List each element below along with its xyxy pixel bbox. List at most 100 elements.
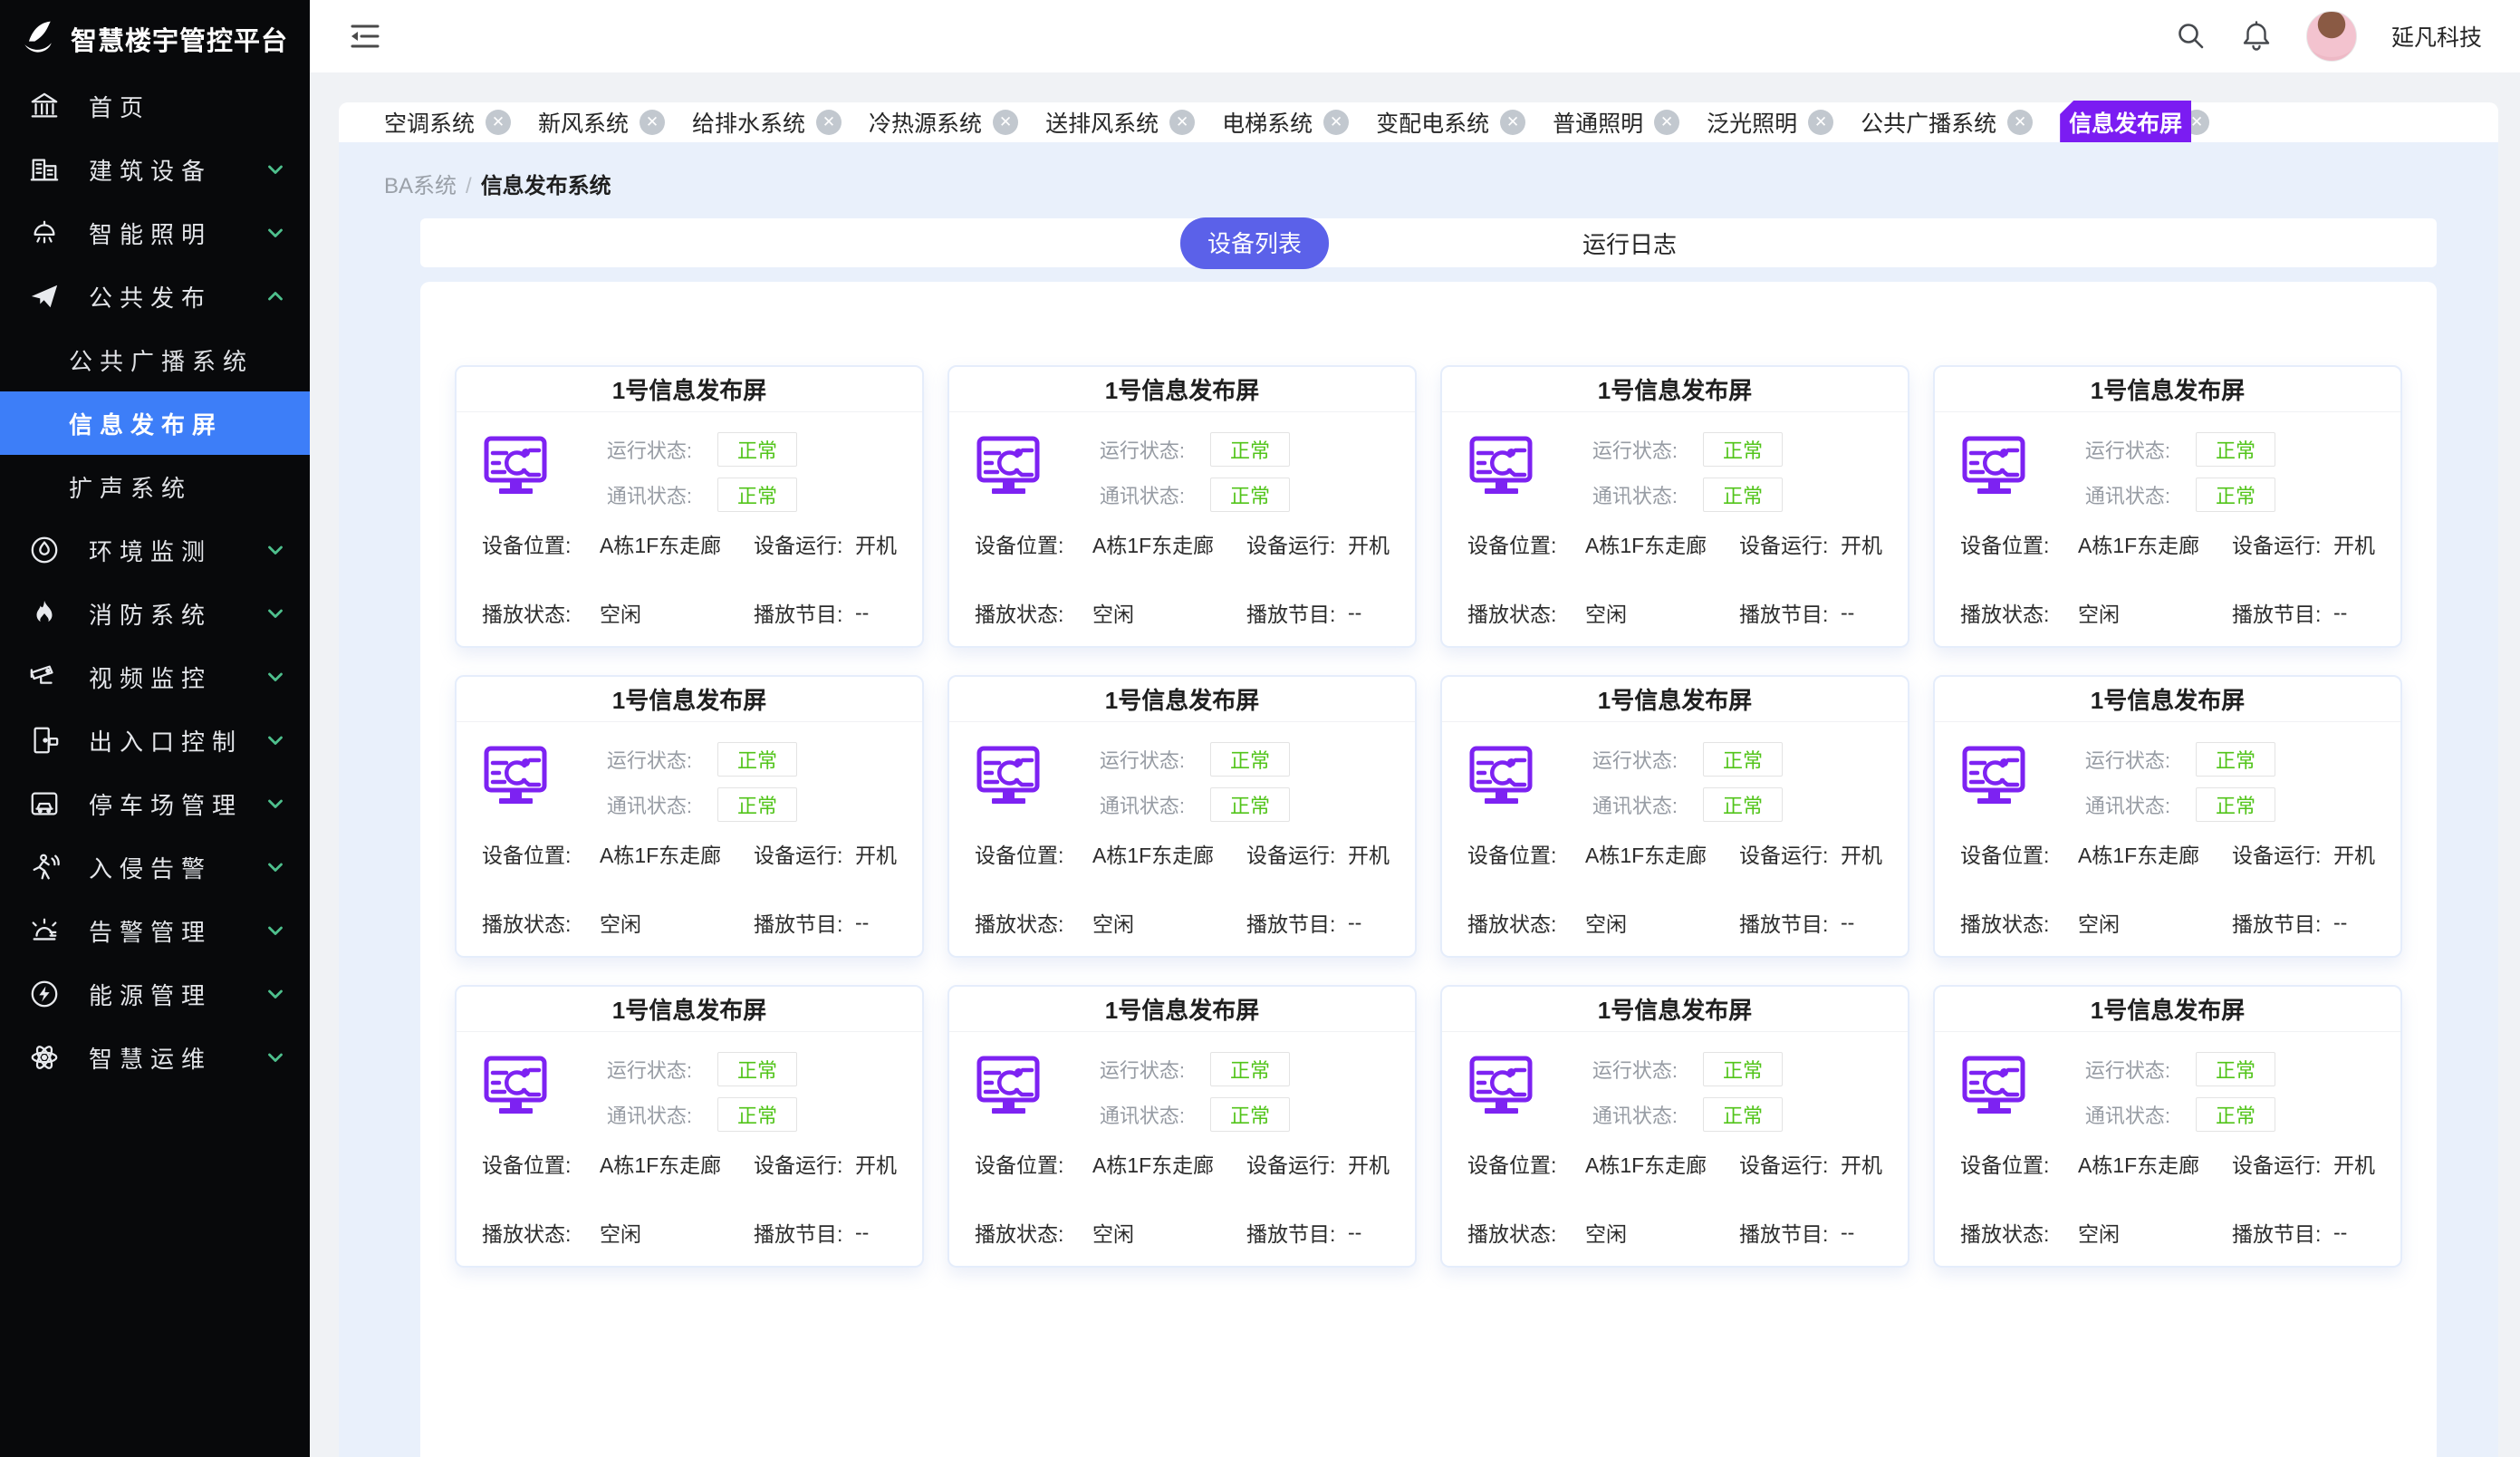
tab-device-list[interactable]: 设备列表 xyxy=(1180,217,1329,269)
system-tab-空调系统[interactable]: 空调系统 ✕ xyxy=(384,101,511,143)
system-tab-label: 给排水系统 xyxy=(692,101,805,143)
run-status-label: 运行状态: xyxy=(591,435,692,464)
close-icon[interactable]: ✕ xyxy=(1654,110,1679,135)
device-card[interactable]: 1号信息发布屏运行状态:正常通讯状态:正常设备位置:A栋1F东走廊设备运行:开机… xyxy=(947,675,1417,958)
breadcrumb-parent[interactable]: BA系统 xyxy=(384,174,457,198)
comm-status-label: 通讯状态: xyxy=(2069,480,2170,509)
device-card-grid: 1号信息发布屏运行状态:正常通讯状态:正常设备位置:A栋1F东走廊设备运行:开机… xyxy=(455,365,2402,1268)
sidebar-item-消防系统[interactable]: 消防系统 xyxy=(0,582,310,645)
system-tab-label: 冷热源系统 xyxy=(869,101,982,143)
comm-status-badge: 正常 xyxy=(717,787,797,822)
sidebar-item-停车场管理[interactable]: 停车场管理 xyxy=(0,772,310,835)
device-card[interactable]: 1号信息发布屏运行状态:正常通讯状态:正常设备位置:A栋1F东走廊设备运行:开机… xyxy=(1933,985,2402,1268)
location-value: A栋1F东走廊 xyxy=(600,838,754,869)
device-card-title: 1号信息发布屏 xyxy=(457,987,922,1032)
system-tab-变配电系统[interactable]: 变配电系统✕ xyxy=(1376,101,1525,143)
location-label: 设备位置: xyxy=(482,528,600,559)
user-name[interactable]: 延凡科技 xyxy=(2391,20,2482,53)
bell-icon[interactable] xyxy=(2241,20,2272,53)
sidebar-item-公共发布[interactable]: 公共发布 xyxy=(0,265,310,328)
tab-run-log[interactable]: 运行日志 xyxy=(1582,227,1677,260)
chevron-down-icon xyxy=(265,222,286,244)
display-screen-icon xyxy=(976,436,1042,496)
system-tab-公共广播系统[interactable]: 公共广播系统✕ xyxy=(1861,101,2033,143)
program-label: 播放节目: xyxy=(2232,597,2333,628)
close-icon[interactable]: ✕ xyxy=(1500,110,1525,135)
location-value: A栋1F东走廊 xyxy=(2078,1148,2232,1179)
menu-fold-icon[interactable] xyxy=(350,23,380,50)
device-card[interactable]: 1号信息发布屏运行状态:正常通讯状态:正常设备位置:A栋1F东走廊设备运行:开机… xyxy=(947,985,1417,1268)
sidebar-item-智慧运维[interactable]: 智慧运维 xyxy=(0,1026,310,1089)
run-status-badge: 正常 xyxy=(1703,742,1783,777)
program-value: -- xyxy=(855,1221,922,1245)
run-status-label: 运行状态: xyxy=(1576,435,1678,464)
system-tab-泛光照明[interactable]: 泛光照明 ✕ xyxy=(1707,101,1833,143)
sidebar-subitem-扩声系统[interactable]: 扩声系统 xyxy=(0,455,310,518)
app-logo: 智慧楼宇管控平台 xyxy=(0,0,310,74)
sidebar-item-建筑设备[interactable]: 建筑设备 xyxy=(0,138,310,201)
program-value: -- xyxy=(855,601,922,625)
sidebar-item-label: 停车场管理 xyxy=(89,787,243,821)
system-tab-电梯系统[interactable]: 电梯系统✕ xyxy=(1222,101,1349,143)
comm-status-label: 通讯状态: xyxy=(591,480,692,509)
location-value: A栋1F东走廊 xyxy=(1092,1148,1246,1179)
close-icon[interactable]: ✕ xyxy=(1808,110,1833,135)
close-icon[interactable]: ✕ xyxy=(816,110,842,135)
close-icon[interactable]: ✕ xyxy=(1169,110,1195,135)
system-tab-新风系统[interactable]: 新风系统✕ xyxy=(538,101,665,143)
program-label: 播放节目: xyxy=(1246,907,1348,938)
chevron-down-icon xyxy=(265,666,286,688)
intrusion-icon xyxy=(29,852,67,883)
sidebar-item-智能照明[interactable]: 智能照明 xyxy=(0,201,310,265)
comm-status-badge: 正常 xyxy=(1210,1097,1290,1132)
location-label: 设备位置: xyxy=(482,1148,600,1179)
device-card[interactable]: 1号信息发布屏运行状态:正常通讯状态:正常设备位置:A栋1F东走廊设备运行:开机… xyxy=(455,985,924,1268)
user-avatar[interactable] xyxy=(2306,11,2357,62)
device-card[interactable]: 1号信息发布屏运行状态:正常通讯状态:正常设备位置:A栋1F东走廊设备运行:开机… xyxy=(947,365,1417,648)
system-tab-label: 空调系统 xyxy=(384,101,475,143)
close-icon[interactable]: ✕ xyxy=(486,110,511,135)
device-card[interactable]: 1号信息发布屏运行状态:正常通讯状态:正常设备位置:A栋1F东走廊设备运行:开机… xyxy=(455,365,924,648)
sidebar-item-首页[interactable]: 首页 xyxy=(0,74,310,138)
device-card[interactable]: 1号信息发布屏运行状态:正常通讯状态:正常设备位置:A栋1F东走廊设备运行:开机… xyxy=(455,675,924,958)
sidebar-item-出入口控制[interactable]: 出入口控制 xyxy=(0,709,310,772)
sidebar-item-label: 建筑设备 xyxy=(89,153,212,187)
sidebar-subitem-信息发布屏[interactable]: 信息发布屏 xyxy=(0,391,310,455)
device-card[interactable]: 1号信息发布屏运行状态:正常通讯状态:正常设备位置:A栋1F东走廊设备运行:开机… xyxy=(1933,675,2402,958)
sidebar-item-告警管理[interactable]: 告警管理 xyxy=(0,899,310,962)
program-label: 播放节目: xyxy=(1739,1217,1841,1248)
comm-status-label: 通讯状态: xyxy=(591,790,692,819)
device-card[interactable]: 1号信息发布屏运行状态:正常通讯状态:正常设备位置:A栋1F东走廊设备运行:开机… xyxy=(1933,365,2402,648)
sidebar-item-能源管理[interactable]: 能源管理 xyxy=(0,962,310,1026)
close-icon[interactable]: ✕ xyxy=(640,110,665,135)
parking-icon xyxy=(29,788,67,819)
sidebar-subitem-公共广播系统[interactable]: 公共广播系统 xyxy=(0,328,310,391)
sidebar-item-label: 视频监控 xyxy=(89,661,212,694)
device-card-title: 1号信息发布屏 xyxy=(1935,677,2400,722)
device-card[interactable]: 1号信息发布屏运行状态:正常通讯状态:正常设备位置:A栋1F东走廊设备运行:开机… xyxy=(1440,985,1909,1268)
display-screen-icon xyxy=(1469,746,1534,806)
search-icon[interactable] xyxy=(2176,21,2207,52)
program-label: 播放节目: xyxy=(1739,597,1841,628)
program-value: -- xyxy=(2333,1221,2400,1245)
system-tab-label: 泛光照明 xyxy=(1707,101,1797,143)
system-tab-冷热源系统[interactable]: 冷热源系统 ✕ xyxy=(869,101,1018,143)
sidebar-item-label: 能源管理 xyxy=(89,978,212,1011)
sidebar-item-环境监测[interactable]: 环境监测 xyxy=(0,518,310,582)
sidebar-item-label: 公共发布 xyxy=(89,280,212,314)
close-icon[interactable]: ✕ xyxy=(2007,110,2033,135)
device-card-title: 1号信息发布屏 xyxy=(1935,367,2400,412)
device-card[interactable]: 1号信息发布屏运行状态:正常通讯状态:正常设备位置:A栋1F东走廊设备运行:开机… xyxy=(1440,365,1909,648)
power-label: 设备运行: xyxy=(1739,1148,1841,1179)
sidebar-item-入侵告警[interactable]: 入侵告警 xyxy=(0,835,310,899)
device-card[interactable]: 1号信息发布屏运行状态:正常通讯状态:正常设备位置:A栋1F东走廊设备运行:开机… xyxy=(1440,675,1909,958)
system-tab-给排水系统[interactable]: 给排水系统 ✕ xyxy=(692,101,842,143)
close-icon[interactable]: ✕ xyxy=(993,110,1018,135)
system-tab-送排风系统[interactable]: 送排风系统✕ xyxy=(1045,101,1195,143)
system-tab-信息发布屏[interactable]: 信息发布屏✕ xyxy=(2060,101,2209,144)
close-icon[interactable]: ✕ xyxy=(1323,110,1349,135)
system-tab-普通照明[interactable]: 普通照明✕ xyxy=(1553,101,1679,143)
run-status-label: 运行状态: xyxy=(2069,435,2170,464)
sidebar-item-视频监控[interactable]: 视频监控 xyxy=(0,645,310,709)
device-card-title: 1号信息发布屏 xyxy=(1442,677,1908,722)
